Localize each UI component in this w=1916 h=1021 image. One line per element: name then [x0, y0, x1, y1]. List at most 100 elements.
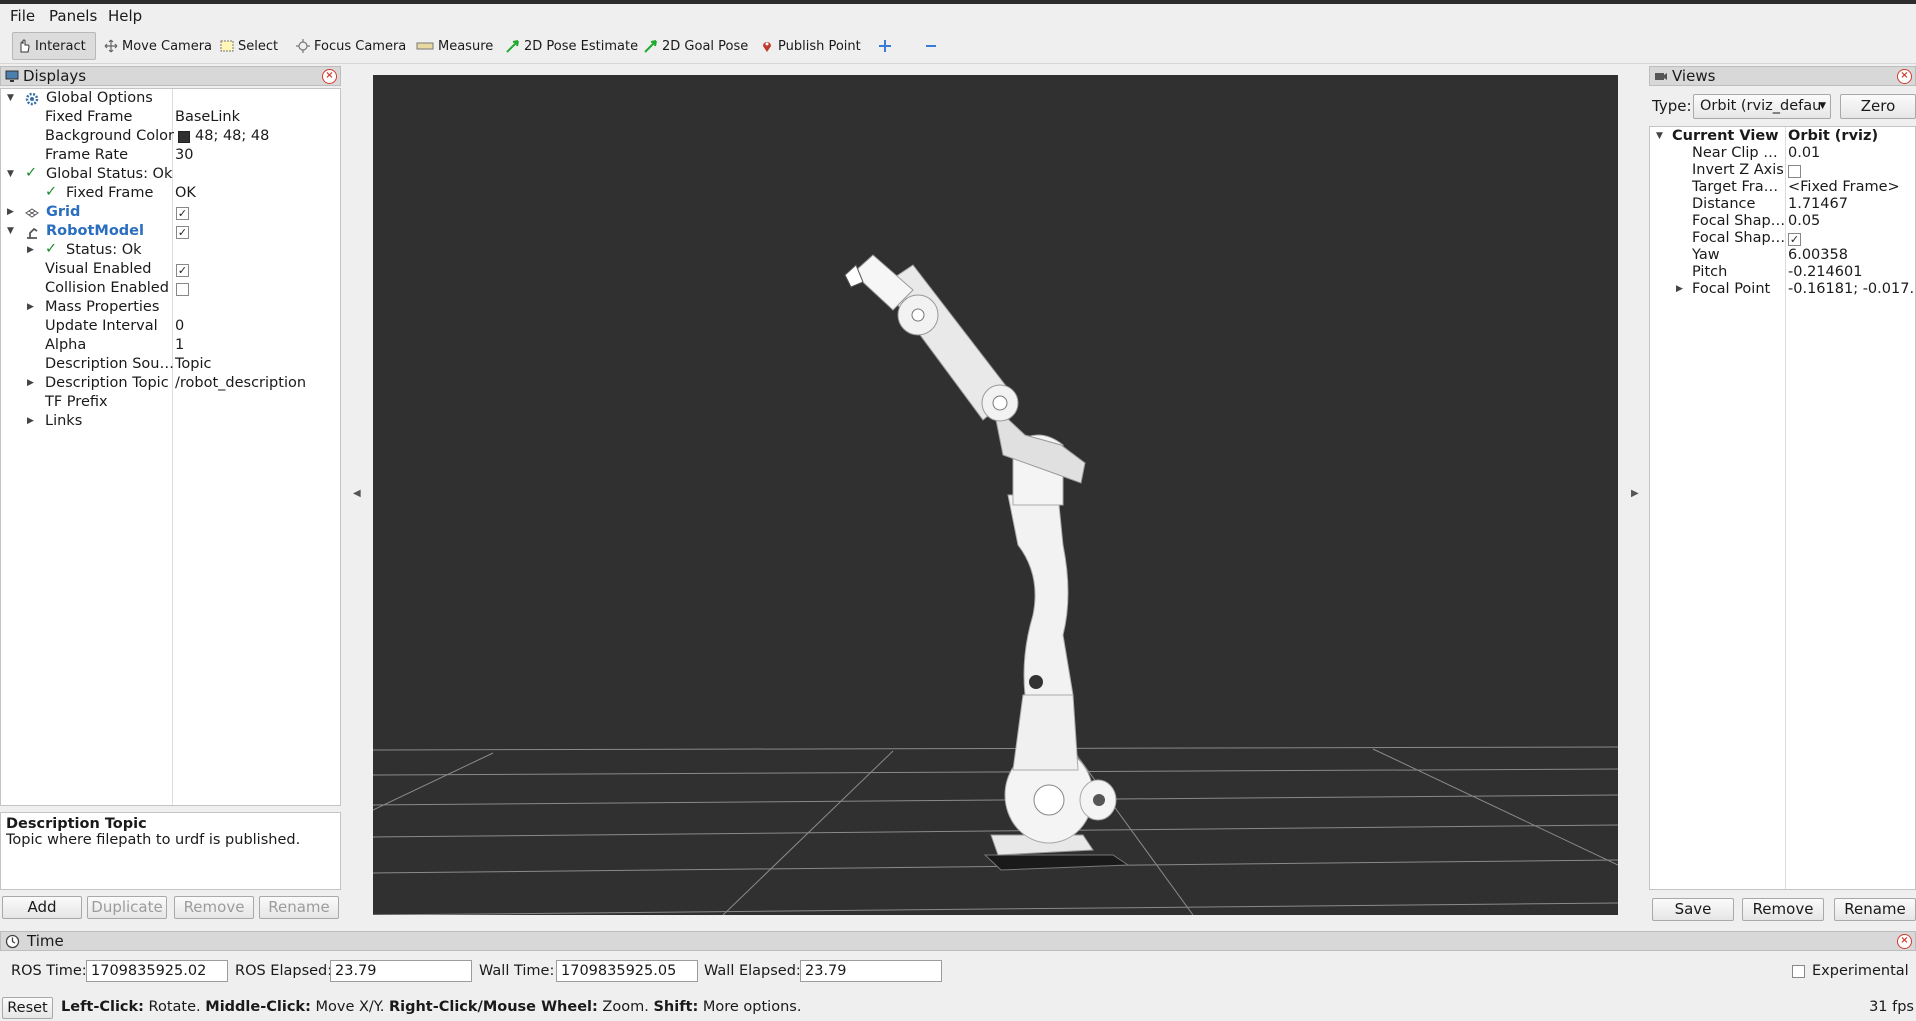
render-viewport[interactable] — [373, 75, 1618, 915]
visual-enabled-checkbox[interactable]: ✓ — [176, 264, 189, 277]
tool-2d-pose-estimate-label: 2D Pose Estimate — [524, 38, 639, 54]
checkmark-icon: ✓ — [45, 241, 58, 257]
tool-measure[interactable]: Measure — [412, 32, 497, 60]
grid-enabled-checkbox[interactable]: ✓ — [176, 207, 189, 220]
collapse-right-panel-icon[interactable]: ▶ — [1631, 488, 1639, 499]
expand-arrow-icon[interactable]: ▼ — [1656, 131, 1663, 141]
green-arrow-icon — [506, 40, 519, 53]
collapse-arrow-icon[interactable]: ▶ — [27, 245, 34, 255]
collapse-left-panel-icon[interactable]: ◀ — [353, 488, 361, 499]
expand-arrow-icon[interactable]: ▼ — [7, 169, 14, 179]
tree-row-value[interactable]: 0.05 — [1788, 213, 1820, 229]
tree-row-update-interval[interactable]: Update Interval 0 — [1, 318, 340, 337]
tree-row-background-color[interactable]: Background Color 48; 48; 48 — [1, 128, 340, 147]
tool-publish-point[interactable]: Publish Point — [756, 32, 865, 60]
close-icon[interactable]: × — [1897, 69, 1912, 84]
menu-panels[interactable]: Panels — [49, 7, 97, 25]
remove-display-button[interactable]: Remove — [174, 896, 254, 919]
tree-row-links[interactable]: ▶ Links — [1, 413, 340, 432]
tool-select[interactable]: Select — [216, 32, 282, 60]
tree-row-robotmodel[interactable]: ▼ RobotModel ✓ — [1, 223, 340, 242]
tree-row-value[interactable]: 48; 48; 48 — [195, 128, 269, 144]
scene-3d[interactable] — [373, 75, 1618, 915]
tool-2d-pose-estimate[interactable]: 2D Pose Estimate — [502, 32, 642, 60]
checkmark-icon: ✓ — [45, 184, 58, 200]
wall-time-field[interactable]: 1709835925.05 — [556, 960, 698, 982]
collapse-arrow-icon[interactable]: ▶ — [7, 207, 14, 217]
tool-move-camera[interactable]: Move Camera — [100, 32, 216, 60]
tree-row-value[interactable]: 1.71467 — [1788, 196, 1848, 212]
rename-display-button[interactable]: Rename — [259, 896, 339, 919]
reset-button[interactable]: Reset — [2, 997, 53, 1019]
tree-row-value[interactable]: 1 — [175, 337, 184, 353]
experimental-checkbox[interactable] — [1792, 965, 1805, 978]
remove-tool-button[interactable] — [920, 32, 942, 60]
tree-row-label: Update Interval — [45, 318, 158, 334]
tree-row-value[interactable]: 6.00358 — [1788, 247, 1848, 263]
tree-row-value[interactable]: Topic — [175, 356, 211, 372]
tree-row-alpha[interactable]: Alpha 1 — [1, 337, 340, 356]
expand-arrow-icon[interactable]: ▼ — [7, 226, 14, 236]
add-tool-button[interactable] — [874, 32, 896, 60]
ruler-icon — [416, 42, 434, 50]
view-type-dropdown[interactable]: Orbit (rviz_defau ▼ — [1693, 94, 1831, 119]
ground-grid — [373, 746, 1618, 915]
tree-row-value[interactable]: 0 — [175, 318, 184, 334]
tree-row-value[interactable]: 0.01 — [1788, 145, 1820, 161]
tree-row-fixed-frame-status[interactable]: ✓ Fixed Frame OK — [1, 184, 340, 204]
tree-row-visual-enabled[interactable]: Visual Enabled ✓ — [1, 261, 340, 280]
save-view-button[interactable]: Save — [1652, 898, 1734, 921]
tree-row-label: Target Fra… — [1692, 179, 1779, 195]
tree-row-label: Distance — [1692, 196, 1756, 212]
wall-elapsed-field[interactable]: 23.79 — [800, 960, 942, 982]
ros-time-field[interactable]: 1709835925.02 — [86, 960, 228, 982]
tree-row-description-source[interactable]: Description Sou… Topic — [1, 356, 340, 375]
camera-icon — [1655, 73, 1667, 80]
focal-shape-fixed-checkbox[interactable]: ✓ — [1788, 233, 1801, 246]
hand-cursor-icon — [20, 39, 30, 53]
collapse-arrow-icon[interactable]: ▶ — [27, 416, 34, 426]
tool-interact[interactable]: Interact — [12, 32, 96, 60]
close-icon[interactable]: × — [322, 69, 337, 84]
tool-2d-goal-pose[interactable]: 2D Goal Pose — [640, 32, 752, 60]
zero-button[interactable]: Zero — [1840, 94, 1916, 119]
tree-row-value[interactable]: -0.16181; -0.017… — [1788, 281, 1915, 297]
time-row: ROS Time: 1709835925.02 ROS Elapsed: 23.… — [0, 960, 1916, 984]
tree-row-focal-point[interactable]: ▶ Focal Point -0.16181; -0.017… — [1650, 281, 1915, 300]
collapse-arrow-icon[interactable]: ▶ — [27, 378, 34, 388]
menu-help[interactable]: Help — [108, 7, 142, 25]
tree-row-global-options[interactable]: ▼ Global Options — [1, 90, 340, 109]
close-icon[interactable]: × — [1897, 934, 1912, 949]
collision-enabled-checkbox[interactable] — [176, 283, 189, 296]
tree-row-value[interactable]: /robot_description — [175, 375, 306, 391]
expand-arrow-icon[interactable]: ▼ — [7, 93, 14, 103]
remove-view-button[interactable]: Remove — [1742, 898, 1824, 921]
description-title: Description Topic — [6, 816, 147, 832]
tree-row-value[interactable]: <Fixed Frame> — [1788, 179, 1900, 195]
collapse-arrow-icon[interactable]: ▶ — [1676, 284, 1683, 294]
tree-row-collision-enabled[interactable]: Collision Enabled — [1, 280, 340, 299]
tree-row-value[interactable]: 30 — [175, 147, 193, 163]
tree-row-global-status[interactable]: ▼ ✓ Global Status: Ok — [1, 165, 340, 185]
ros-elapsed-field[interactable]: 23.79 — [330, 960, 472, 982]
tree-row-fixed-frame[interactable]: Fixed Frame BaseLink — [1, 109, 340, 128]
tree-row-frame-rate[interactable]: Frame Rate 30 — [1, 147, 340, 166]
menu-file[interactable]: File — [10, 7, 35, 25]
robotmodel-enabled-checkbox[interactable]: ✓ — [176, 226, 189, 239]
duplicate-display-button[interactable]: Duplicate — [87, 896, 167, 919]
add-display-button[interactable]: Add — [2, 896, 82, 919]
tree-row-label: Links — [45, 413, 83, 429]
tree-row-grid[interactable]: ▶ Grid ✓ — [1, 204, 340, 223]
tree-row-description-topic[interactable]: ▶ Description Topic /robot_description — [1, 375, 340, 394]
collapse-arrow-icon[interactable]: ▶ — [27, 302, 34, 312]
wall-time-label: Wall Time: — [479, 963, 555, 979]
tree-row-value[interactable]: BaseLink — [175, 109, 240, 125]
tree-row-status-ok[interactable]: ▶ ✓ Status: Ok — [1, 241, 340, 261]
rename-view-button[interactable]: Rename — [1834, 898, 1916, 921]
tree-row-value[interactable]: -0.214601 — [1788, 264, 1862, 280]
tree-row-tf-prefix[interactable]: TF Prefix — [1, 394, 340, 413]
tool-focus-camera[interactable]: Focus Camera — [292, 32, 410, 60]
color-swatch[interactable] — [178, 131, 190, 143]
invert-z-checkbox[interactable] — [1788, 165, 1801, 178]
tree-row-mass-properties[interactable]: ▶ Mass Properties — [1, 299, 340, 318]
